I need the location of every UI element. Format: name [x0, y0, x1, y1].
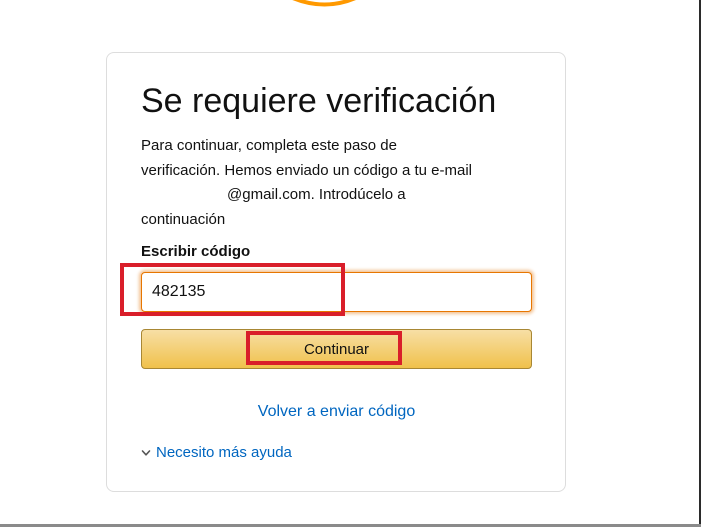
help-link-label: Necesito más ayuda: [156, 444, 292, 461]
code-field-label: Escribir código: [141, 243, 251, 260]
verification-code-input[interactable]: [141, 272, 532, 312]
verification-description: Para continuar, completa este paso de ve…: [141, 134, 536, 232]
resend-code-link[interactable]: Volver a enviar código: [141, 403, 532, 421]
help-expander-link[interactable]: Necesito más ayuda: [141, 444, 292, 461]
verification-card: Se requiere verificación Para continuar,…: [106, 52, 566, 492]
description-line: continuación: [141, 210, 226, 228]
amazon-smile-arc-icon: [292, 0, 356, 7]
chevron-down-icon: [141, 449, 151, 456]
description-line: verificación. Hemos enviado un código a …: [141, 161, 473, 179]
page-title: Se requiere verificación: [141, 82, 497, 120]
description-line: Para continuar, completa este paso de: [141, 137, 397, 154]
description-line: @gmail.com. Introdúcelo a: [227, 186, 406, 203]
continue-button[interactable]: Continuar: [141, 329, 532, 369]
